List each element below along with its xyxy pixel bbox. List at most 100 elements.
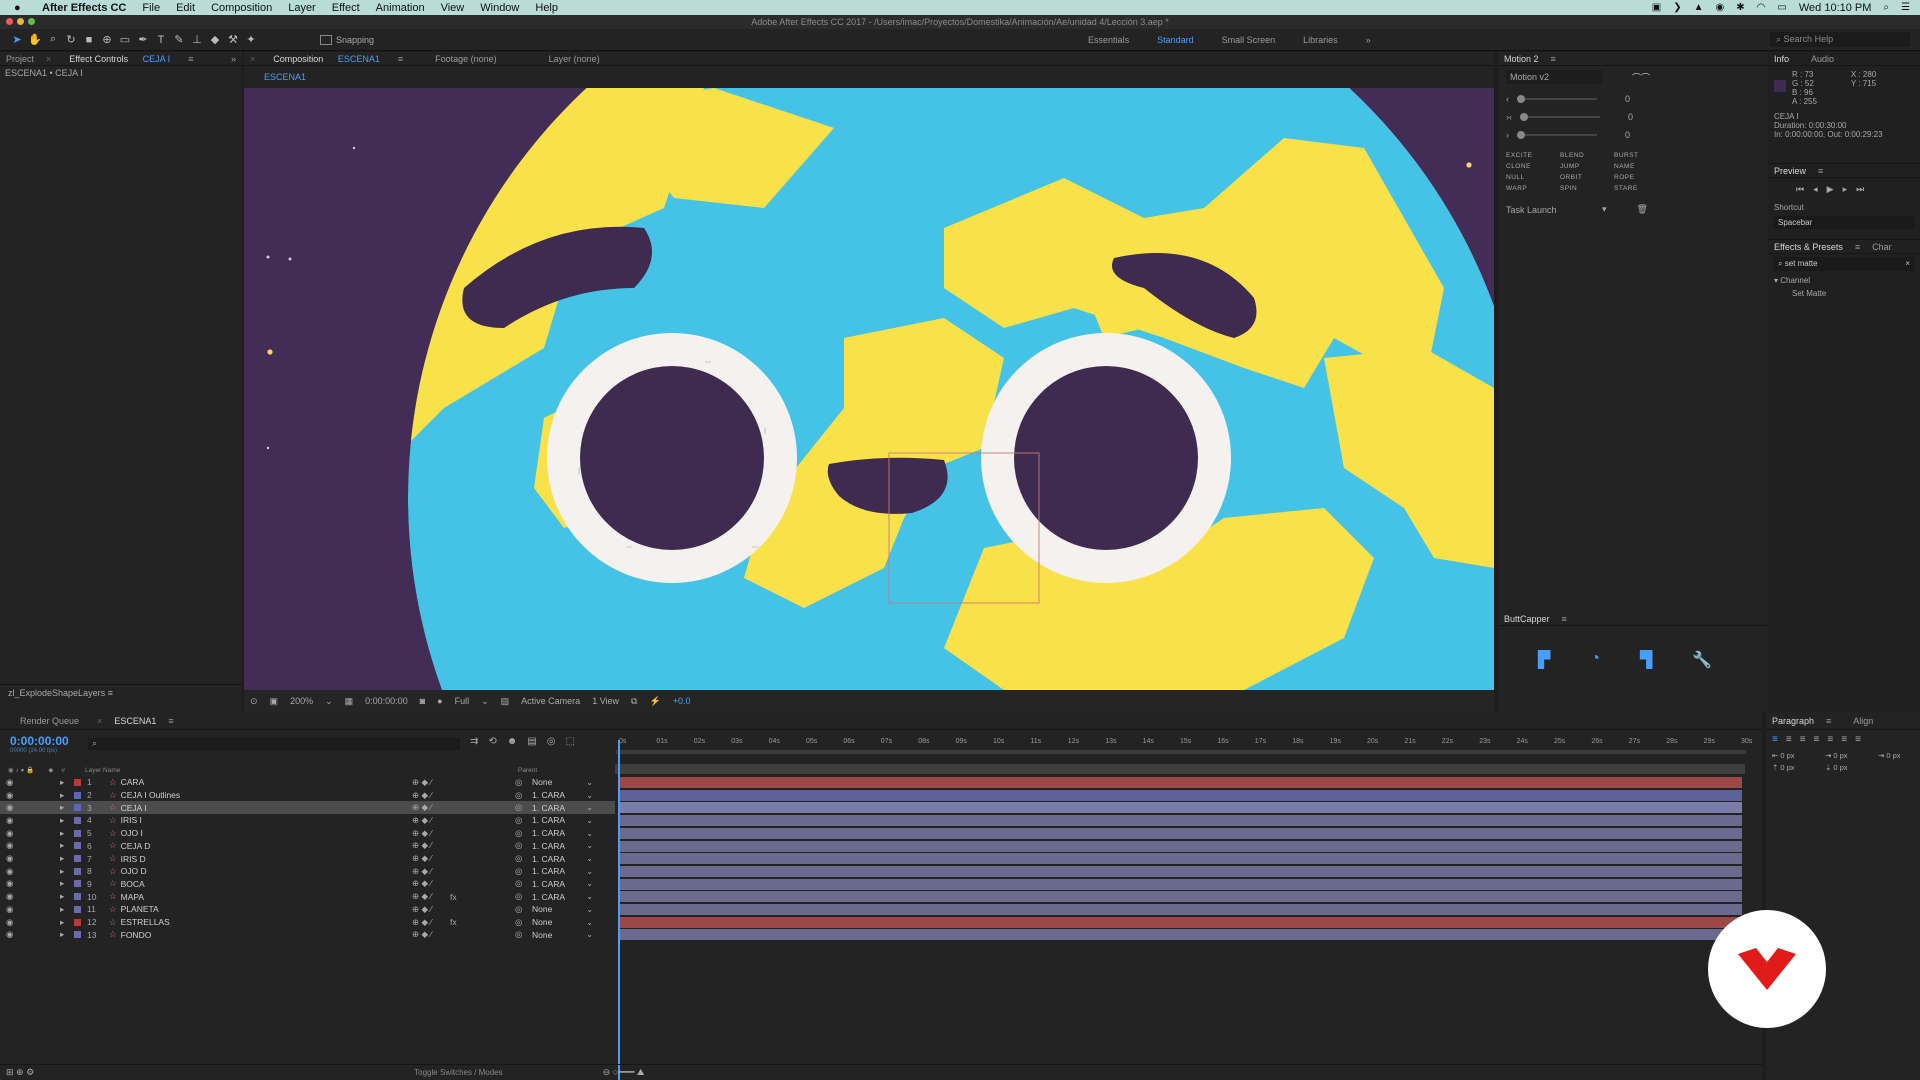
label-color-swatch[interactable] bbox=[74, 880, 81, 888]
layer-name[interactable]: FONDO bbox=[121, 930, 421, 940]
tab-escena1-timeline[interactable]: ESCENA1 bbox=[108, 716, 162, 726]
visibility-eye-icon[interactable]: ◉ bbox=[6, 891, 16, 902]
timeline-search-input[interactable]: ⌕ bbox=[88, 738, 460, 750]
layer-row[interactable]: ◉ ▸ 11 ☆ PLANETA ⊕ ◆ ∕ ◎ None ⌄ bbox=[0, 903, 615, 916]
layer-name[interactable]: ESTRELLAS bbox=[121, 917, 421, 927]
pick-whip-icon[interactable]: ◎ bbox=[515, 891, 522, 902]
panel-menu-icon[interactable]: ≡ bbox=[1545, 54, 1562, 64]
visibility-eye-icon[interactable]: ◉ bbox=[6, 815, 16, 826]
tab-audio[interactable]: Audio bbox=[1805, 54, 1840, 64]
tab-paragraph[interactable]: Paragraph bbox=[1766, 716, 1820, 726]
switches-icon[interactable]: ⊕ ◆ ∕ bbox=[412, 853, 432, 864]
expand-triangle-icon[interactable]: ▸ bbox=[60, 777, 70, 788]
menu-help[interactable]: Help bbox=[527, 2, 566, 14]
close-tab-icon[interactable]: × bbox=[244, 54, 261, 64]
layer-duration-bar[interactable] bbox=[618, 904, 1742, 915]
panel-menu-icon[interactable]: ≡ bbox=[392, 54, 409, 64]
view-layout-select[interactable]: 1 View bbox=[592, 696, 619, 706]
tab-character[interactable]: Char bbox=[1866, 242, 1898, 252]
layer-duration-bar[interactable] bbox=[618, 777, 1742, 788]
pick-whip-icon[interactable]: ◎ bbox=[515, 802, 522, 813]
visibility-eye-icon[interactable]: ◉ bbox=[6, 904, 16, 915]
label-color-swatch[interactable] bbox=[74, 905, 81, 913]
layer-row[interactable]: ◉ ▸ 5 ☆ OJO I ⊕ ◆ ∕ ◎ 1. CARA ⌄ bbox=[0, 827, 615, 840]
tool-warp-button[interactable]: WARP bbox=[1506, 185, 1558, 192]
menu-view[interactable]: View bbox=[433, 2, 473, 14]
composition-viewer[interactable] bbox=[244, 88, 1494, 690]
creative-cloud-icon[interactable]: ◉ bbox=[1716, 2, 1725, 13]
shortcut-select[interactable]: Spacebar bbox=[1774, 216, 1914, 229]
switches-icon[interactable]: ⊕ ◆ ∕ bbox=[412, 802, 432, 813]
butt-cap-icon[interactable]: ▛ bbox=[1538, 650, 1550, 670]
panel-overflow-icon[interactable]: » bbox=[225, 54, 242, 64]
layer-row[interactable]: ◉ ▸ 7 ☆ IRIS D ⊕ ◆ ∕ ◎ 1. CARA ⌄ bbox=[0, 852, 615, 865]
square-cap-icon[interactable]: ▜ bbox=[1640, 650, 1652, 670]
layer-name[interactable]: CEJA I Outlines bbox=[121, 790, 421, 800]
chevron-down-icon[interactable]: ⌄ bbox=[586, 815, 593, 826]
chevron-down-icon[interactable]: ⌄ bbox=[586, 828, 593, 839]
indent-right-value[interactable]: ⇥ 0 px bbox=[1878, 751, 1920, 760]
switches-icon[interactable]: ⊕ ◆ ∕ bbox=[412, 815, 432, 826]
bluetooth-icon[interactable]: ✱ bbox=[1736, 2, 1744, 13]
region-icon[interactable]: ▣ bbox=[270, 696, 279, 707]
round-cap-icon[interactable]: ◔ bbox=[1590, 650, 1600, 670]
workspace-essentials[interactable]: Essentials bbox=[1074, 35, 1143, 45]
workspace-small-screen[interactable]: Small Screen bbox=[1208, 35, 1290, 45]
exposure-value[interactable]: +0.0 bbox=[673, 696, 691, 706]
align-right-icon[interactable]: ≡ bbox=[1800, 734, 1806, 745]
rotation-tool-icon[interactable]: ↻ bbox=[62, 33, 80, 46]
layer-row[interactable]: ◉ ▸ 1 ☆ CARA ⊕ ◆ ∕ ◎ None ⌄ bbox=[0, 776, 615, 789]
label-color-swatch[interactable] bbox=[74, 791, 81, 799]
always-preview-icon[interactable]: ⊙ bbox=[250, 696, 258, 707]
chevron-down-icon[interactable]: ⌄ bbox=[586, 802, 593, 813]
chevron-down-icon[interactable]: ⌄ bbox=[586, 891, 593, 902]
switches-icon[interactable]: ⊕ ◆ ∕ bbox=[412, 828, 432, 839]
switches-icon[interactable]: ⊕ ◆ ∕ bbox=[412, 891, 432, 902]
switches-icon[interactable]: ⊕ ◆ ∕ bbox=[412, 878, 432, 889]
pan-behind-tool-icon[interactable]: ⊕ bbox=[98, 33, 116, 46]
justify-left-icon[interactable]: ≡ bbox=[1814, 734, 1820, 745]
chevron-down-icon[interactable]: ⌄ bbox=[586, 777, 593, 788]
hand-tool-icon[interactable]: ✋ bbox=[26, 33, 44, 46]
snapshot-icon[interactable]: ◙ bbox=[420, 696, 425, 706]
tab-effect-controls[interactable]: Effect Controls CEJA I bbox=[57, 54, 182, 64]
visibility-eye-icon[interactable]: ◉ bbox=[6, 790, 16, 801]
visibility-eye-icon[interactable]: ◉ bbox=[6, 853, 16, 864]
tab-render-queue[interactable]: Render Queue bbox=[14, 716, 85, 726]
workspace-overflow-icon[interactable]: » bbox=[1352, 35, 1385, 45]
visibility-eye-icon[interactable]: ◉ bbox=[6, 929, 16, 940]
layer-duration-bar[interactable] bbox=[618, 929, 1742, 941]
pick-whip-icon[interactable]: ◎ bbox=[515, 815, 522, 826]
visibility-eye-icon[interactable]: ◉ bbox=[6, 777, 16, 788]
layer-row[interactable]: ◉ ▸ 4 ☆ IRIS I ⊕ ◆ ∕ ◎ 1. CARA ⌄ bbox=[0, 814, 615, 827]
tab-composition[interactable]: Composition ESCENA1 bbox=[261, 54, 392, 64]
fx-switch[interactable]: fx bbox=[450, 892, 457, 902]
menu-edit[interactable]: Edit bbox=[168, 2, 203, 14]
justify-right-icon[interactable]: ≡ bbox=[1841, 734, 1847, 745]
layer-name[interactable]: BOCA bbox=[121, 879, 421, 889]
layer-name[interactable]: IRIS I bbox=[121, 815, 421, 825]
visibility-eye-icon[interactable]: ◉ bbox=[6, 828, 16, 839]
chevron-down-icon[interactable]: ⌄ bbox=[586, 878, 593, 889]
expand-triangle-icon[interactable]: ▸ bbox=[60, 904, 70, 915]
layer-duration-bar[interactable] bbox=[618, 865, 1742, 877]
motion-blur-icon[interactable]: ◎ bbox=[547, 736, 556, 747]
effects-search-input[interactable]: ⌕ set matte × bbox=[1774, 257, 1914, 271]
layer-duration-bar[interactable] bbox=[618, 878, 1742, 890]
tool-burst-button[interactable]: BURST bbox=[1614, 152, 1666, 159]
camera-icon[interactable]: ▣ bbox=[1652, 2, 1661, 13]
pick-whip-icon[interactable]: ◎ bbox=[515, 777, 522, 788]
expand-triangle-icon[interactable]: ▸ bbox=[60, 815, 70, 826]
layer-row[interactable]: ◉ ▸ 6 ☆ CEJA D ⊕ ◆ ∕ ◎ 1. CARA ⌄ bbox=[0, 840, 615, 853]
menu-window[interactable]: Window bbox=[472, 2, 527, 14]
layer-name[interactable]: CARA bbox=[121, 777, 421, 787]
chevron-down-icon[interactable]: ⌄ bbox=[325, 696, 333, 707]
layer-row[interactable]: ◉ ▸ 13 ☆ FONDO ⊕ ◆ ∕ ◎ None ⌄ bbox=[0, 928, 615, 941]
spotlight-search-icon[interactable]: ⌕ bbox=[1883, 2, 1889, 13]
expand-triangle-icon[interactable]: ▸ bbox=[60, 891, 70, 902]
slider-value[interactable]: 0 bbox=[1628, 112, 1633, 122]
tool-clone-button[interactable]: CLONE bbox=[1506, 163, 1558, 170]
visibility-eye-icon[interactable]: ◉ bbox=[6, 866, 16, 877]
panel-menu-icon[interactable]: ≡ bbox=[162, 716, 179, 726]
layer-row[interactable]: ◉ ▸ 12 ☆ ESTRELLAS ⊕ ◆ ∕ fx ◎ None ⌄ bbox=[0, 916, 615, 929]
